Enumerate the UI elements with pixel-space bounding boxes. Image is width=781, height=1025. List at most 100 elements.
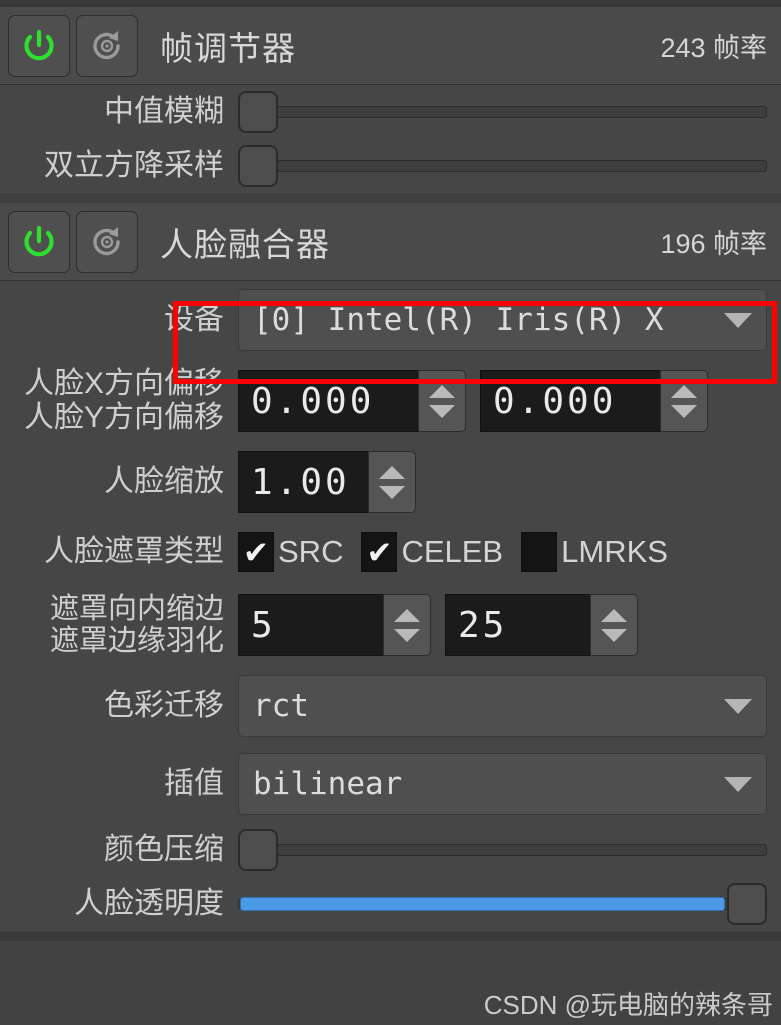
checkbox-item-lmrks[interactable]: LMRKS — [521, 532, 668, 572]
section-body-face-merger: 设备 [0] Intel(R) Iris(R) X 人脸X方向偏移 人脸Y方向偏… — [0, 281, 781, 931]
checkbox-label-lmrks: LMRKS — [561, 534, 668, 569]
label-mask-erode: 遮罩向内缩边 — [49, 592, 224, 625]
spinbox-face-scale-arrows[interactable] — [368, 451, 416, 513]
color-transfer-dropdown-value: rct — [253, 688, 309, 724]
spinbox-face-offset-x-value: 0.000 — [238, 370, 418, 432]
fps-label-face-merger: 196 帧率 — [660, 229, 767, 259]
triangle-down-icon[interactable] — [671, 404, 697, 418]
row-color-transfer: 色彩迁移 rct — [14, 667, 767, 745]
interpolation-dropdown[interactable]: bilinear — [238, 753, 767, 815]
face-mask-type-options: ✔ SRC ✔ CELEB LMRKS — [238, 532, 668, 572]
label-bicubic-downsample: 双立方降采样 — [44, 149, 224, 183]
top-divider — [0, 0, 781, 7]
label-face-offset-y: 人脸Y方向偏移 — [23, 401, 224, 434]
spinbox-face-scale[interactable]: 1.00 — [238, 451, 416, 513]
checkbox-lmrks[interactable] — [521, 532, 558, 572]
label-face-scale: 人脸缩放 — [104, 465, 224, 499]
slider-median-blur[interactable] — [238, 90, 767, 134]
chevron-down-icon — [724, 698, 752, 714]
row-face-mask-type: 人脸遮罩类型 ✔ SRC ✔ CELEB LMRKS — [14, 521, 767, 583]
spinbox-mask-blur-value: 25 — [445, 594, 590, 656]
spinbox-mask-blur-arrows[interactable] — [590, 594, 638, 656]
section-title-frame-adjuster: 帧调节器 — [160, 29, 296, 67]
chevron-down-icon — [724, 312, 752, 328]
spinbox-mask-erode-arrows[interactable] — [383, 594, 431, 656]
row-face-opacity: 人脸透明度 — [14, 877, 767, 931]
slider-handle[interactable] — [238, 145, 278, 187]
checkbox-src[interactable]: ✔ — [238, 532, 274, 572]
slider-track — [238, 106, 767, 118]
color-transfer-dropdown[interactable]: rct — [238, 675, 767, 737]
fps-label-frame-adjuster: 243 帧率 — [660, 33, 767, 63]
triangle-down-icon[interactable] — [601, 628, 627, 642]
spinbox-face-offset-y-value: 0.000 — [480, 370, 660, 432]
power-toggle-face-merger[interactable] — [8, 210, 70, 273]
slider-bicubic-downsample[interactable] — [238, 144, 767, 188]
bottom-divider — [0, 931, 781, 941]
triangle-down-icon[interactable] — [394, 628, 420, 642]
label-face-offset: 人脸X方向偏移 人脸Y方向偏移 — [14, 367, 238, 434]
spinbox-mask-erode[interactable]: 5 — [238, 594, 431, 656]
spinbox-mask-erode-value: 5 — [238, 594, 383, 656]
label-color-transfer: 色彩迁移 — [104, 689, 224, 723]
device-dropdown[interactable]: [0] Intel(R) Iris(R) X — [238, 289, 767, 351]
label-face-offset-x: 人脸X方向偏移 — [23, 367, 224, 401]
label-mask-blur: 遮罩边缘羽化 — [49, 625, 224, 657]
slider-track — [238, 844, 767, 856]
slider-track — [238, 160, 767, 172]
chevron-down-icon — [724, 776, 752, 792]
checkbox-label-celeb: CELEB — [401, 534, 504, 569]
row-device: 设备 [0] Intel(R) Iris(R) X — [14, 281, 767, 359]
slider-handle[interactable] — [238, 91, 278, 133]
slider-face-opacity[interactable] — [238, 882, 767, 926]
triangle-up-icon[interactable] — [429, 384, 455, 398]
power-toggle-frame-adjuster[interactable] — [8, 14, 70, 77]
triangle-up-icon[interactable] — [394, 608, 420, 622]
spinbox-face-offset-y[interactable]: 0.000 — [480, 370, 708, 432]
reset-icon — [93, 226, 120, 255]
deepfake-live-control-panel: 帧调节器 243 帧率 中值模糊 双立方降采样 人脸融合器 196 帧率 设备 … — [0, 0, 781, 1025]
section-header-face-merger: 人脸融合器 196 帧率 — [0, 203, 781, 281]
triangle-down-icon[interactable] — [379, 485, 405, 499]
label-face-mask-type: 人脸遮罩类型 — [44, 535, 224, 569]
label-interpolation: 插值 — [164, 767, 224, 801]
label-device: 设备 — [164, 303, 224, 337]
row-face-scale: 人脸缩放 1.00 — [14, 443, 767, 521]
spinbox-face-offset-y-arrows[interactable] — [660, 370, 708, 432]
spinbox-face-scale-value: 1.00 — [238, 451, 368, 513]
reset-button-frame-adjuster[interactable] — [76, 14, 138, 77]
checkbox-item-src[interactable]: ✔ SRC — [238, 532, 343, 572]
triangle-up-icon[interactable] — [601, 608, 627, 622]
triangle-down-icon[interactable] — [429, 404, 455, 418]
row-mask-erode-blur: 遮罩向内缩边 遮罩边缘羽化 5 25 — [14, 583, 767, 667]
reset-icon — [93, 30, 120, 59]
slider-color-compression[interactable] — [238, 828, 767, 872]
triangle-up-icon[interactable] — [379, 465, 405, 479]
row-face-offset: 人脸X方向偏移 人脸Y方向偏移 0.000 0.000 — [14, 359, 767, 443]
section-body-frame-adjuster: 中值模糊 双立方降采样 — [0, 85, 781, 193]
interpolation-dropdown-value: bilinear — [253, 766, 403, 802]
device-dropdown-value: [0] Intel(R) Iris(R) X — [253, 302, 664, 338]
spinbox-mask-blur[interactable]: 25 — [445, 594, 638, 656]
row-color-compression: 颜色压缩 — [14, 823, 767, 877]
label-median-blur: 中值模糊 — [104, 95, 224, 129]
checkbox-celeb[interactable]: ✔ — [361, 532, 398, 572]
label-color-compression: 颜色压缩 — [104, 833, 224, 867]
row-interpolation: 插值 bilinear — [14, 745, 767, 823]
slider-fill — [240, 897, 725, 911]
section-header-frame-adjuster: 帧调节器 243 帧率 — [0, 7, 781, 85]
section-divider — [0, 193, 781, 203]
spinbox-face-offset-x-arrows[interactable] — [418, 370, 466, 432]
checkbox-item-celeb[interactable]: ✔ CELEB — [361, 532, 503, 572]
triangle-up-icon[interactable] — [671, 384, 697, 398]
reset-button-face-merger[interactable] — [76, 210, 138, 273]
row-median-blur: 中值模糊 — [14, 85, 767, 139]
slider-handle[interactable] — [238, 829, 278, 871]
row-bicubic-downsample: 双立方降采样 — [14, 139, 767, 193]
power-icon — [24, 225, 54, 256]
label-face-opacity: 人脸透明度 — [74, 887, 224, 921]
checkbox-label-src: SRC — [278, 534, 344, 569]
spinbox-face-offset-x[interactable]: 0.000 — [238, 370, 466, 432]
section-title-face-merger: 人脸融合器 — [160, 225, 330, 263]
slider-handle[interactable] — [727, 883, 767, 925]
